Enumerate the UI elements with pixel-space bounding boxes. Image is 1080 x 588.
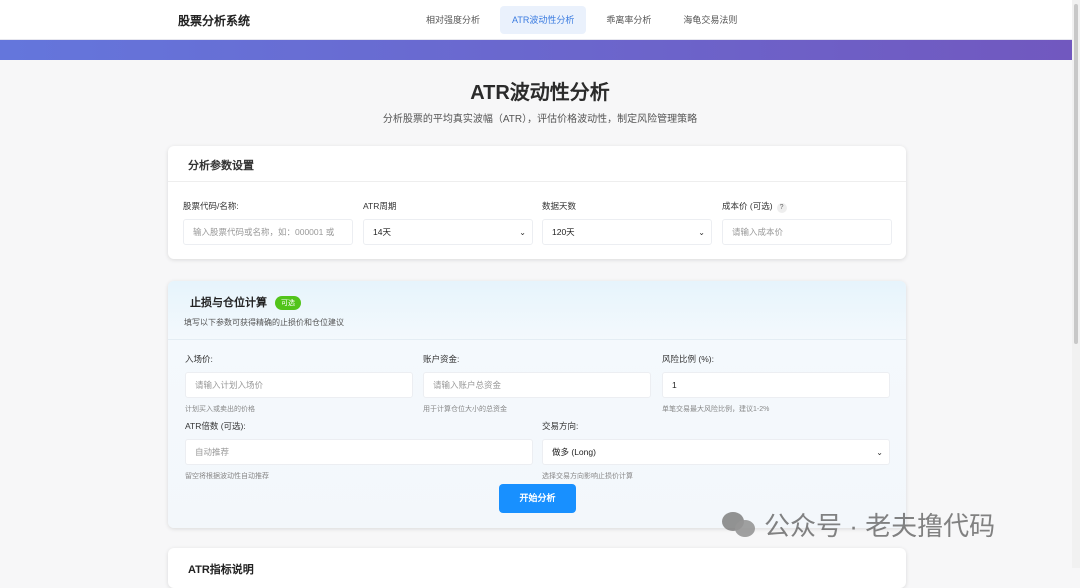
entry-help: 计划买入或卖出的价格 xyxy=(185,406,255,413)
tab-turtle[interactable]: 海龟交易法则 xyxy=(671,6,749,34)
optional-badge: 可选 xyxy=(275,296,301,310)
stoploss-desc: 填写以下参数可获得精确的止损价和仓位建议 xyxy=(184,318,344,327)
watermark-text: 公众号 · 老夫撸代码 xyxy=(764,511,996,541)
entry-label: 入场价: xyxy=(185,354,213,364)
direction-help: 选择交易方向影响止损价计算 xyxy=(542,473,633,480)
data-days-label: 数据天数 xyxy=(542,201,577,211)
atr-info-title: ATR指标说明 xyxy=(188,564,254,576)
chevron-down-icon: ⌄ xyxy=(519,228,526,237)
multiplier-help: 留空将根据波动性自动推荐 xyxy=(185,473,269,480)
page-title: ATR波动性分析 xyxy=(470,82,610,104)
watermark: 公众号 · 老夫撸代码 xyxy=(722,506,995,543)
direction-value: 做多 (Long) xyxy=(552,447,596,457)
tab-relative-strength[interactable]: 相对强度分析 xyxy=(414,6,492,34)
stock-label: 股票代码/名称: xyxy=(183,201,239,211)
stoploss-card: 止损与仓位计算 可选 填写以下参数可获得精确的止损价和仓位建议 入场价: 请输入计… xyxy=(168,281,906,528)
stoploss-title: 止损与仓位计算 xyxy=(190,297,267,309)
chevron-down-icon: ⌄ xyxy=(698,228,705,237)
scrollbar-thumb[interactable] xyxy=(1074,4,1078,344)
wechat-icon xyxy=(722,510,758,540)
entry-price-input[interactable]: 请输入计划入场价 xyxy=(185,372,413,398)
tab-atr[interactable]: ATR波动性分析 xyxy=(500,6,587,34)
multiplier-label: ATR倍数 (可选): xyxy=(185,421,246,431)
data-days-value: 120天 xyxy=(552,227,575,237)
page-subtitle: 分析股票的平均真实波幅（ATR），评估价格波动性，制定风险管理策略 xyxy=(382,114,698,125)
direction-label: 交易方向: xyxy=(542,421,579,431)
risk-label: 风险比例 (%): xyxy=(662,354,714,364)
start-analysis-button[interactable]: 开始分析 xyxy=(499,484,576,513)
direction-select[interactable]: 做多 (Long) ⌄ xyxy=(542,439,890,465)
atr-period-select[interactable]: 14天 ⌄ xyxy=(363,219,533,245)
atr-period-label: ATR周期 xyxy=(363,201,397,211)
help-icon[interactable]: ? xyxy=(776,203,787,213)
params-card-title: 分析参数设置 xyxy=(168,146,906,182)
capital-label: 账户资金: xyxy=(423,354,460,364)
cost-label: 成本价 (可选) xyxy=(722,201,773,211)
cost-input[interactable]: 请输入成本价 xyxy=(722,219,892,245)
multiplier-input[interactable]: 自动推荐 xyxy=(185,439,533,465)
nav-tabs: 相对强度分析 ATR波动性分析 乖离率分析 海龟交易法则 xyxy=(414,6,749,34)
atr-period-value: 14天 xyxy=(373,227,391,237)
brand-title[interactable]: 股票分析系统 xyxy=(178,12,250,29)
chevron-down-icon: ⌄ xyxy=(876,448,883,457)
gradient-banner xyxy=(0,40,1072,60)
capital-help: 用于计算仓位大小的总资金 xyxy=(423,406,507,413)
top-navbar: 股票分析系统 相对强度分析 ATR波动性分析 乖离率分析 海龟交易法则 xyxy=(0,0,1072,40)
risk-help: 单笔交易最大风险比例，建议1-2% xyxy=(662,406,770,413)
params-card: 分析参数设置 股票代码/名称: 输入股票代码或名称，如：000001 或 ATR… xyxy=(168,146,906,259)
capital-input[interactable]: 请输入账户总资金 xyxy=(423,372,651,398)
atr-info-card: ATR指标说明 xyxy=(168,548,906,588)
risk-input[interactable]: 1 xyxy=(662,372,890,398)
stock-input[interactable]: 输入股票代码或名称，如：000001 或 xyxy=(183,219,353,245)
tab-bias[interactable]: 乖离率分析 xyxy=(594,6,663,34)
data-days-select[interactable]: 120天 ⌄ xyxy=(542,219,712,245)
